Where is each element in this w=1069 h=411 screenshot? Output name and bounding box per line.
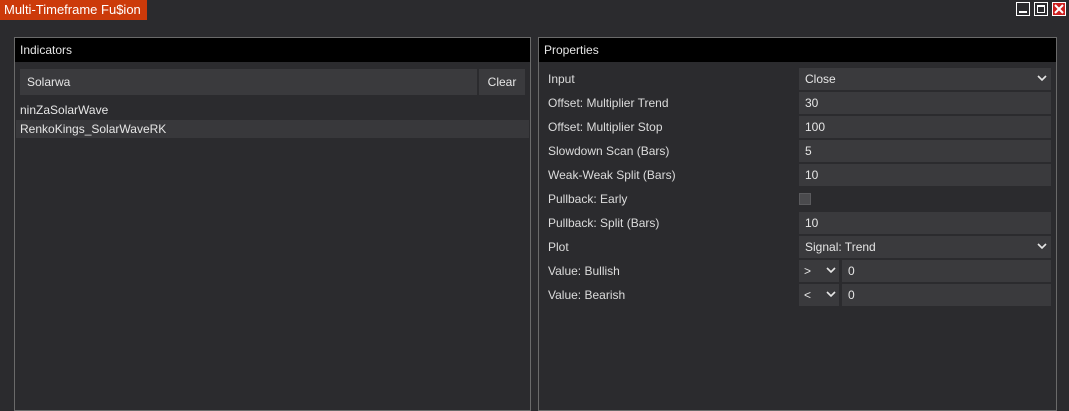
bearish-operator-select[interactable]: < (799, 284, 839, 306)
close-button[interactable] (1052, 2, 1066, 16)
property-label: Input (548, 72, 575, 86)
chevron-down-icon (1037, 243, 1047, 250)
property-label: Offset: Multiplier Stop (548, 120, 663, 134)
bearish-operator-value: < (804, 288, 812, 302)
property-row-plot: Plot Signal: Trend (544, 236, 1052, 258)
property-row-pullback-split: Pullback: Split (Bars) 10 (544, 212, 1052, 234)
list-item[interactable]: ninZaSolarWave (16, 101, 529, 119)
minimize-button[interactable] (1016, 2, 1030, 16)
multiplier-stop-field[interactable]: 100 (799, 116, 1051, 138)
list-item-selected[interactable]: RenkoKings_SolarWaveRK (16, 120, 529, 138)
properties-panel: Properties Input Close Offset: Multiplie… (538, 37, 1057, 411)
property-label: Weak-Weak Split (Bars) (548, 168, 676, 182)
property-label: Slowdown Scan (Bars) (548, 144, 670, 158)
property-label: Pullback: Early (548, 192, 628, 206)
multiplier-trend-field[interactable]: 30 (799, 92, 1051, 114)
title-bar: Multi-Timeframe Fu$ion (0, 0, 1069, 20)
plot-select[interactable]: Signal: Trend (799, 236, 1051, 258)
property-row-value-bearish: Value: Bearish < 0 (544, 284, 1052, 306)
clear-button[interactable]: Clear (479, 69, 525, 95)
plot-select-value: Signal: Trend (805, 240, 876, 254)
bullish-value-field[interactable]: 0 (842, 260, 1051, 282)
chevron-down-icon (826, 291, 836, 298)
property-label: Value: Bearish (548, 288, 626, 302)
properties-header: Properties (539, 38, 1056, 62)
property-label: Offset: Multiplier Trend (548, 96, 669, 110)
input-select[interactable]: Close (799, 68, 1051, 90)
property-row-multiplier-stop: Offset: Multiplier Stop 100 (544, 116, 1052, 138)
property-label: Value: Bullish (548, 264, 620, 278)
property-row-value-bullish: Value: Bullish > 0 (544, 260, 1052, 282)
property-row-slowdown-scan: Slowdown Scan (Bars) 5 (544, 140, 1052, 162)
indicator-search-row: Clear (20, 69, 525, 95)
indicator-search-input[interactable] (20, 69, 477, 95)
property-label: Pullback: Split (Bars) (548, 216, 660, 230)
window-title: Multi-Timeframe Fu$ion (0, 0, 147, 20)
property-row-input: Input Close (544, 68, 1052, 90)
property-label: Plot (548, 240, 569, 254)
bearish-value-field[interactable]: 0 (842, 284, 1051, 306)
close-icon (1054, 4, 1064, 14)
maximize-button[interactable] (1034, 2, 1048, 16)
chevron-down-icon (826, 267, 836, 274)
input-select-value: Close (805, 72, 836, 86)
property-row-multiplier-trend: Offset: Multiplier Trend 30 (544, 92, 1052, 114)
indicators-panel: Indicators Clear ninZaSolarWave RenkoKin… (14, 37, 531, 411)
indicator-list: ninZaSolarWave RenkoKings_SolarWaveRK (16, 101, 529, 139)
bullish-operator-select[interactable]: > (799, 260, 839, 282)
property-row-weak-split: Weak-Weak Split (Bars) 10 (544, 164, 1052, 186)
pullback-early-checkbox[interactable] (799, 193, 811, 205)
slowdown-scan-field[interactable]: 5 (799, 140, 1051, 162)
pullback-split-field[interactable]: 10 (799, 212, 1051, 234)
bullish-operator-value: > (804, 264, 812, 278)
property-grid: Input Close Offset: Multiplier Trend 30 … (544, 68, 1052, 308)
weak-split-field[interactable]: 10 (799, 164, 1051, 186)
chevron-down-icon (1037, 75, 1047, 82)
property-row-pullback-early: Pullback: Early (544, 188, 1052, 210)
indicators-header: Indicators (15, 38, 530, 62)
